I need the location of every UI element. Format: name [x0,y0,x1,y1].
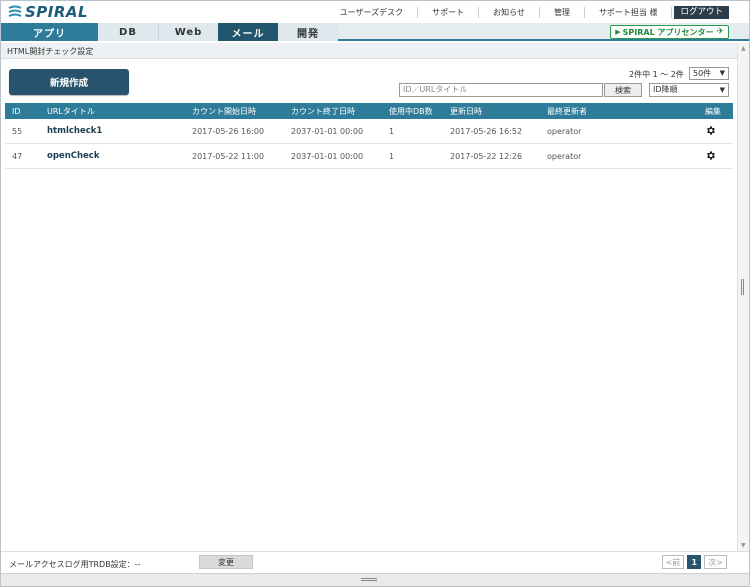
main-tabs: アプリ DB Web メール 開発 ▶ SPIRAL アプリセンター ✈ [1,23,749,41]
breadcrumb-bar: HTML開封チェック設定 [1,43,737,59]
row-title-link[interactable]: openCheck [47,151,100,161]
bottom-bar [1,573,749,586]
search-input[interactable]: ID／URLタイトル [399,83,603,97]
row-end: 2037-01-01 00:00 [291,151,364,161]
resize-handle-horizontal[interactable] [361,578,377,581]
row-user: operator [547,126,582,136]
row-title-link[interactable]: htmlcheck1 [47,126,102,136]
change-button[interactable]: 変更 [199,555,253,569]
tab-db[interactable]: DB [98,23,158,41]
top-links: ユーザーズデスク サポート お知らせ 管理 サポート担当 様 ログアウト [326,6,729,19]
col-count-end[interactable]: カウント終了日時 [291,106,355,117]
col-db-count[interactable]: 使用中DB数 [389,106,433,117]
table-row[interactable]: 47 openCheck 2017-05-22 11:00 2037-01-01… [5,144,733,169]
tab-mail[interactable]: メール [218,23,278,41]
news-link[interactable]: お知らせ [479,7,540,18]
col-updated[interactable]: 更新日時 [450,106,482,117]
prev-page-button[interactable]: <前 [661,555,685,569]
current-page[interactable]: 1 [687,555,702,569]
edit-gear-icon[interactable] [705,150,716,163]
users-desk-link[interactable]: ユーザーズデスク [326,7,419,18]
tab-web[interactable]: Web [158,23,218,41]
row-user: operator [547,151,582,161]
row-start: 2017-05-22 11:00 [192,151,265,161]
new-create-button[interactable]: 新規作成 [9,69,129,95]
gear-icon [707,125,715,135]
header: SPIRAL ユーザーズデスク サポート お知らせ 管理 サポート担当 様 ログ… [1,1,749,23]
settings-table: ID URLタイトル カウント開始日時 カウント終了日時 使用中DB数 更新日時… [5,103,733,169]
row-end: 2037-01-01 00:00 [291,126,364,136]
next-page-button[interactable]: 次> [704,555,727,569]
col-count-start[interactable]: カウント開始日時 [192,106,256,117]
col-last-user[interactable]: 最終更新者 [547,106,587,117]
col-id[interactable]: ID [12,107,21,116]
per-page-value: 50件 [693,69,712,78]
logout-button[interactable]: ログアウト [674,6,729,19]
row-id: 55 [12,126,23,136]
per-page-select[interactable]: 50件 ▼ [689,67,729,80]
row-db-count: 1 [389,151,395,161]
table-row[interactable]: 55 htmlcheck1 2017-05-26 16:00 2037-01-0… [5,119,733,144]
row-db-count: 1 [389,126,395,136]
spiral-logo-icon [8,5,22,17]
app-center-button[interactable]: ▶ SPIRAL アプリセンター ✈ [610,25,729,39]
col-url-title[interactable]: URLタイトル [47,106,95,117]
pagination: <前 1 次> [661,555,727,569]
footer: メールアクセスログ用TRDB設定：-- 変更 <前 1 次> [1,551,749,573]
gear-icon [707,150,715,160]
vertical-scrollbar[interactable]: ▲ ▼ [737,43,749,551]
col-edit: 編集 [705,106,721,116]
scroll-up-icon[interactable]: ▲ [741,45,746,52]
resize-handle-vertical[interactable] [741,279,744,295]
tab-dev[interactable]: 開発 [278,23,338,41]
triangle-right-icon: ▶ [615,28,621,36]
admin-link[interactable]: 管理 [540,7,585,18]
scroll-down-icon[interactable]: ▼ [741,542,746,549]
app-window: SPIRAL ユーザーズデスク サポート お知らせ 管理 サポート担当 様 ログ… [0,0,750,587]
row-start: 2017-05-26 16:00 [192,126,265,136]
spiral-logo[interactable]: SPIRAL [7,3,88,21]
row-id: 47 [12,151,23,161]
user-name: サポート担当 様 [585,7,673,18]
row-updated: 2017-05-22 12:26 [450,151,523,161]
search-button[interactable]: 検索 [604,83,642,97]
trdb-setting-label: メールアクセスログ用TRDB設定：-- [9,560,141,569]
support-link[interactable]: サポート [418,7,480,18]
tab-app[interactable]: アプリ [1,23,98,41]
sort-value: ID降順 [653,85,678,94]
caret-down-icon: ▼ [719,86,725,94]
sort-select[interactable]: ID降順 ▼ [649,83,729,97]
logo-text: SPIRAL [25,3,89,21]
airplane-icon: ✈ [716,27,724,37]
app-center-label: SPIRAL アプリセンター [622,27,714,37]
caret-down-icon: ▼ [719,69,725,77]
table-header: ID URLタイトル カウント開始日時 カウント終了日時 使用中DB数 更新日時… [5,103,733,119]
breadcrumb: HTML開封チェック設定 [7,47,94,56]
edit-gear-icon[interactable] [705,125,716,138]
result-count: 2件中 1 ～ 2件 [629,70,684,79]
row-updated: 2017-05-26 16:52 [450,126,523,136]
